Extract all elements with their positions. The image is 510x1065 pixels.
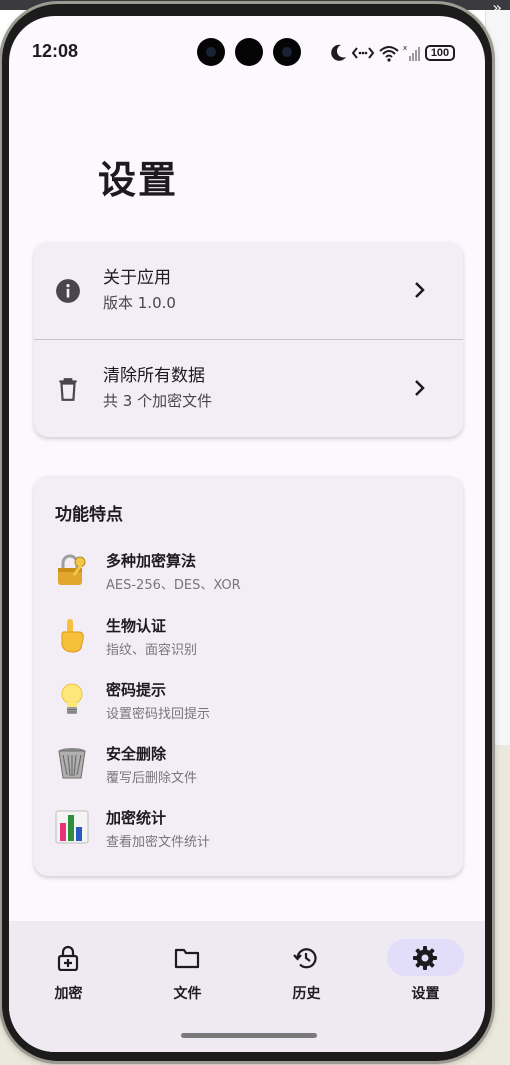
nav-tab-files[interactable]: 文件 xyxy=(128,921,247,1021)
feature-item: 安全删除 覆写后删除文件 xyxy=(54,741,434,789)
wifi-icon xyxy=(379,46,399,62)
status-time: 12:08 xyxy=(32,41,79,61)
nav-label: 历史 xyxy=(292,986,321,1002)
light-bulb-icon xyxy=(61,683,83,714)
history-icon xyxy=(293,948,317,969)
features-card: 功能特点 多种加密算法 AES-256、DES、XOR 生物认证 指纹、面容识别… xyxy=(34,476,463,876)
info-icon xyxy=(56,279,80,303)
nav-label: 文件 xyxy=(173,986,202,1002)
lock-plus-icon xyxy=(57,945,79,971)
svg-text:x: x xyxy=(403,44,407,52)
feature-name: 生物认证 xyxy=(106,617,167,635)
clear-data-count: 共 3 个加密文件 xyxy=(103,392,213,410)
camera-lens-icon xyxy=(197,38,225,66)
feature-name: 安全删除 xyxy=(106,745,167,763)
bar-chart-icon xyxy=(55,810,89,844)
chevron-right-icon xyxy=(415,380,425,396)
phone-frame: 12:08 x 100 设置 关于应用 版本 1.0.0 清除所有数据 共 3 … xyxy=(2,4,492,1061)
feature-name: 多种加密算法 xyxy=(106,552,197,570)
nav-tab-history[interactable]: 历史 xyxy=(247,921,366,1021)
status-bar: 12:08 x 100 xyxy=(9,16,485,82)
feature-item: 多种加密算法 AES-256、DES、XOR xyxy=(54,548,434,596)
chevron-right-icon xyxy=(415,282,425,298)
page-title: 设置 xyxy=(98,158,179,202)
home-indicator[interactable] xyxy=(181,1033,317,1038)
settings-card: 关于应用 版本 1.0.0 清除所有数据 共 3 个加密文件 xyxy=(34,242,463,437)
nav-tab-settings[interactable]: 设置 xyxy=(366,921,485,1021)
nav-tab-encrypt[interactable]: 加密 xyxy=(9,921,128,1021)
about-app-version: 版本 1.0.0 xyxy=(103,294,176,312)
moon-icon xyxy=(331,44,346,61)
features-title: 功能特点 xyxy=(55,505,123,525)
about-app-row[interactable]: 关于应用 版本 1.0.0 xyxy=(34,242,463,339)
camera-lens-icon xyxy=(273,38,301,66)
feature-desc: 设置密码找回提示 xyxy=(106,707,211,722)
nav-label: 设置 xyxy=(411,986,440,1002)
nav-label: 加密 xyxy=(54,986,83,1002)
feature-desc: AES-256、DES、XOR xyxy=(106,578,241,593)
system-icons: x 100 xyxy=(331,42,455,64)
gear-icon xyxy=(413,946,437,970)
clear-data-title: 清除所有数据 xyxy=(103,366,205,386)
feature-desc: 查看加密文件统计 xyxy=(106,835,211,850)
feature-item: 生物认证 指纹、面容识别 xyxy=(54,613,434,661)
pointing-finger-icon xyxy=(61,619,84,653)
clear-data-row[interactable]: 清除所有数据 共 3 个加密文件 xyxy=(34,340,463,437)
feature-item: 密码提示 设置密码找回提示 xyxy=(54,677,434,725)
feature-item: 加密统计 查看加密文件统计 xyxy=(54,805,434,853)
feature-desc: 覆写后删除文件 xyxy=(106,771,198,786)
lock-with-key-icon xyxy=(58,554,86,585)
folder-icon xyxy=(174,948,200,969)
app-screen: 12:08 x 100 设置 关于应用 版本 1.0.0 清除所有数据 共 3 … xyxy=(9,16,485,1052)
battery-icon: 100 xyxy=(425,45,455,61)
feature-desc: 指纹、面容识别 xyxy=(106,643,198,658)
camera-lens-icon xyxy=(235,38,263,66)
about-app-title: 关于应用 xyxy=(103,268,171,288)
signal-icon: x xyxy=(403,44,420,61)
feature-name: 密码提示 xyxy=(106,681,167,699)
feature-name: 加密统计 xyxy=(106,809,167,827)
more-chevron-icon[interactable]: » xyxy=(492,0,502,17)
trash-icon xyxy=(59,378,77,401)
data-transfer-icon xyxy=(351,47,375,59)
trash-bin-icon xyxy=(58,748,86,779)
